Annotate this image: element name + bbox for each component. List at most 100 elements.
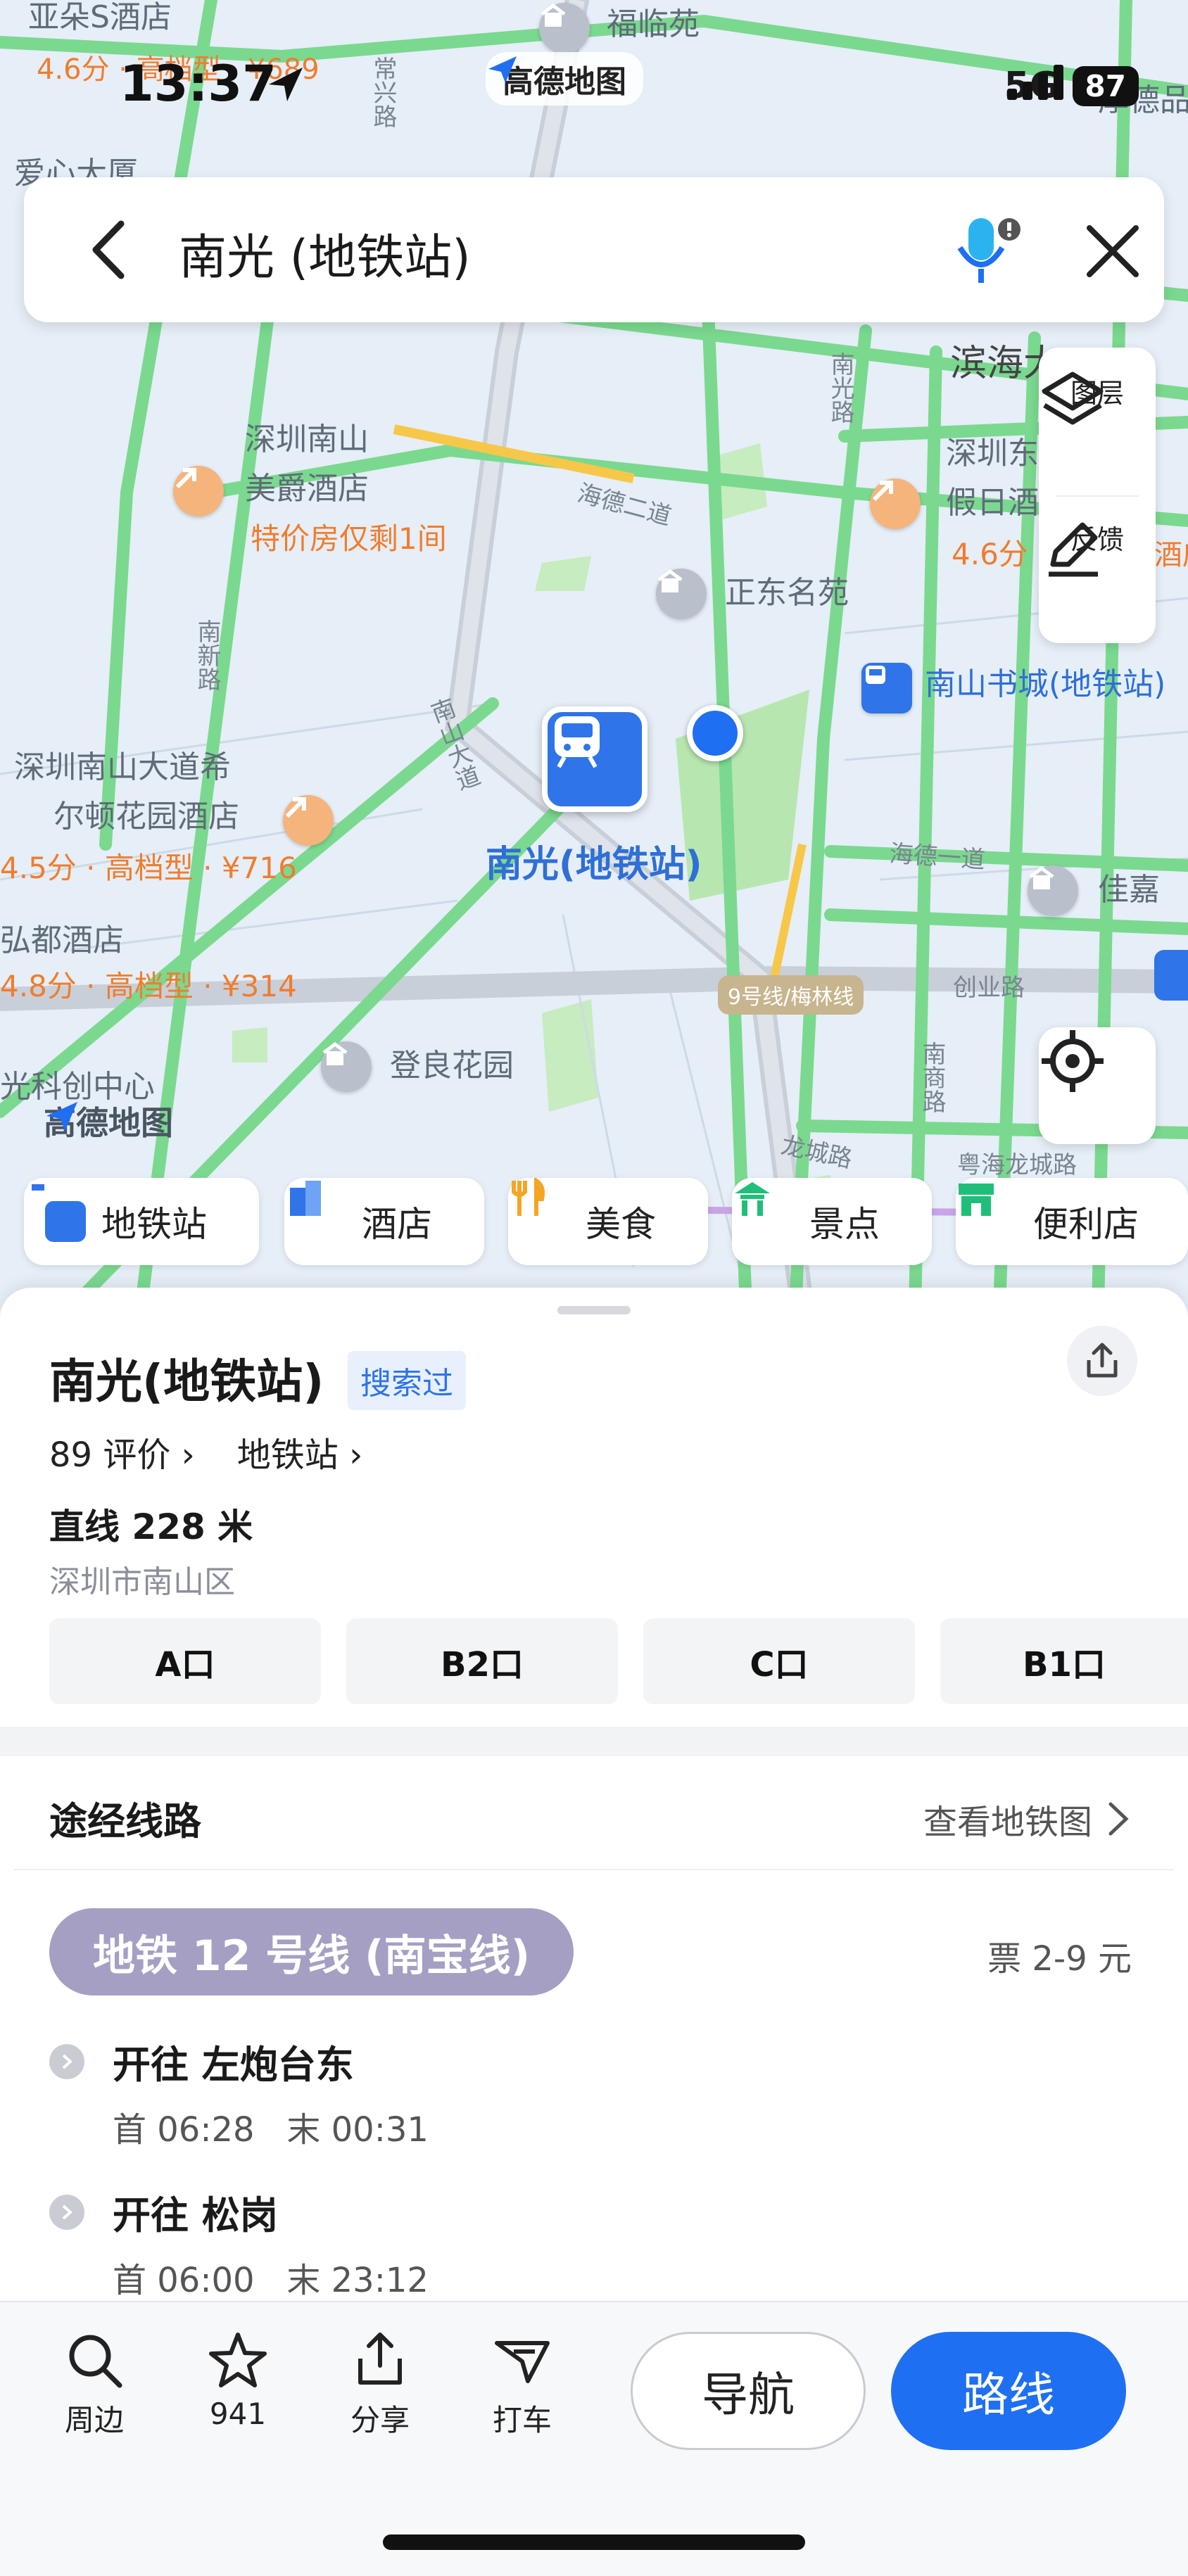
amap-logo-icon [488,56,517,83]
sheet-drag-handle[interactable] [557,1306,631,1314]
category-attraction[interactable]: 景点 [732,1178,932,1265]
map-label-dengliang[interactable]: 登良花园 [390,1048,514,1084]
direction-item[interactable]: 开往 松岗 首 06:00 末 23:12 [49,2184,429,2302]
exit-c-button[interactable]: C口 [643,1618,915,1704]
selected-station-label[interactable]: 南光(地铁站) [486,844,702,887]
status-indicators: 5G 87 [1004,65,1139,107]
metro-station-icon[interactable] [861,663,912,713]
favorite-button[interactable]: 941 [189,2330,287,2431]
battery-indicator: 87 [1072,65,1139,106]
category-convenience-store[interactable]: 便利店 [956,1178,1188,1265]
share-button[interactable] [1067,1326,1137,1396]
place-title: 南光(地铁站) [49,1354,324,1409]
map-label-jiajia[interactable]: 佳嘉 [1098,872,1160,908]
metro-station-icon[interactable] [1154,950,1188,1001]
route-button[interactable]: 路线 [891,2332,1126,2450]
crosshair-icon [1042,1030,1104,1092]
map-tools-panel: 图层 反馈 [1039,348,1156,643]
map-label-hongdu-price: 4.8分 · 高档型 · ¥314 [0,969,297,1003]
selected-station-marker-icon[interactable] [542,706,647,812]
edit-pen-icon [1049,522,1098,577]
exit-b1-button[interactable]: B1口 [940,1618,1188,1704]
hotel-building-icon [290,1181,346,1242]
map-label-jiari-1[interactable]: 深圳东 [946,436,1039,472]
share-icon [358,2333,402,2385]
hotel-icon[interactable] [173,466,224,516]
hotel-icon[interactable] [870,478,921,529]
map-label-jiari-2[interactable]: 假日酒 [946,485,1039,521]
road-label-haide1: 海德一道 [888,839,986,875]
reviews-link[interactable]: 89 评价 › [49,1427,195,1476]
search-bar[interactable]: 南光 (地铁站) [24,177,1164,322]
map-label-hilton-price: 4.5分 · 高档型 · ¥716 [0,851,297,885]
category-subway[interactable]: 地铁站 [24,1178,259,1265]
exit-b2-button[interactable]: B2口 [346,1618,618,1704]
map-label-jiudian-r: 酒店 [1154,539,1188,571]
section-divider [0,1727,1188,1756]
subway-icon [28,1181,86,1242]
fork-knife-icon [512,1178,570,1242]
map-label-bookcity[interactable]: 南山书城(地铁站) [925,666,1165,703]
road-label-yuehai-longcheng: 粤海龙城路 [957,1151,1077,1179]
district: 深圳市南山区 [49,1564,235,1600]
ticket-fare: 票 2-9 元 [987,1939,1132,1979]
distance: 直线 228 米 [49,1506,253,1547]
place-meta: 89 评价 › 地铁站 › [49,1427,362,1476]
metro-map-link[interactable]: 查看地铁图 [923,1794,1132,1844]
metro-line-9-label: 9号线/梅林线 [718,975,864,1015]
routes-section-title: 途经线路 [49,1799,201,1844]
hotel-icon[interactable] [283,795,334,846]
map-view[interactable]: 亚朵S酒店 4.6分 · 高档型 · ¥689 福临苑 厚德品 爱心大厦 常兴路… [0,0,1188,1309]
search-icon [69,2335,122,2388]
road-label-nanxin: 南新路 [193,619,221,691]
metro-line-badge[interactable]: 地铁 12 号线 (南宝线) [49,1908,574,1996]
taxi-icon [495,2341,550,2383]
category-hotel[interactable]: 酒店 [284,1178,484,1265]
map-label-jiari-score: 4.6分 [952,537,1028,571]
map-label-fulinyuan[interactable]: 福临苑 [607,6,700,43]
share-action-button[interactable]: 分享 [331,2330,429,2439]
voice-mic-icon[interactable] [947,214,1025,291]
close-icon[interactable] [1084,222,1142,280]
layers-icon [1042,372,1104,425]
map-label-hilton-1[interactable]: 深圳南山大道希 [14,749,231,786]
home-indicator[interactable] [383,2534,805,2550]
location-arrow-icon [269,68,303,101]
road-label-nanguang: 南光路 [826,352,854,424]
layers-button[interactable]: 图层 [1039,367,1156,515]
community-icon[interactable] [656,569,707,619]
map-label-hongdu[interactable]: 弘都酒店 [0,922,124,959]
taxi-button[interactable]: 打车 [473,2330,571,2439]
chevron-right-icon [49,2043,84,2079]
app-tag: 高德地图 [486,52,643,106]
search-input[interactable]: 南光 (地铁站) [179,218,471,288]
community-icon[interactable] [1028,865,1078,916]
map-label-zhengdong[interactable]: 正东名苑 [725,575,849,611]
community-icon[interactable] [321,1041,372,1092]
community-icon[interactable] [539,3,590,53]
feedback-button[interactable]: 反馈 [1039,514,1156,661]
category-food[interactable]: 美食 [508,1178,708,1265]
exit-a-button[interactable]: A口 [49,1618,321,1704]
bottom-action-bar: 周边 941 分享 打车 导航 路线 [0,2301,1188,2576]
place-type-link[interactable]: 地铁站 › [237,1427,362,1476]
map-label-hotel[interactable]: 亚朵S酒店 [28,0,172,36]
nearby-button[interactable]: 周边 [45,2330,144,2439]
chevron-right-icon [1108,1802,1129,1836]
map-watermark: 高德地图 [44,1098,173,1144]
searched-badge: 搜索过 [348,1351,466,1410]
cellular-signal-icon [1006,65,1063,100]
pavilion-icon [735,1182,794,1242]
current-location-icon [687,705,743,761]
map-label-hilton-2[interactable]: 尔顿花园酒店 [53,799,239,835]
map-label-meijue-1[interactable]: 深圳南山 [245,421,369,458]
navigate-button[interactable]: 导航 [631,2332,866,2450]
back-arrow-icon[interactable] [87,220,129,280]
map-label-meijue-2[interactable]: 美爵酒店 [245,471,369,507]
map-label-meijue-promo: 特价房仅剩1间 [251,521,447,556]
locate-me-button[interactable] [1039,1027,1156,1144]
road-label-changxing: 常兴路 [369,56,397,128]
share-icon [1087,1343,1118,1378]
direction-item[interactable]: 开往 左炮台东 首 06:28 末 00:31 [49,2033,429,2151]
store-icon [959,1184,1018,1242]
